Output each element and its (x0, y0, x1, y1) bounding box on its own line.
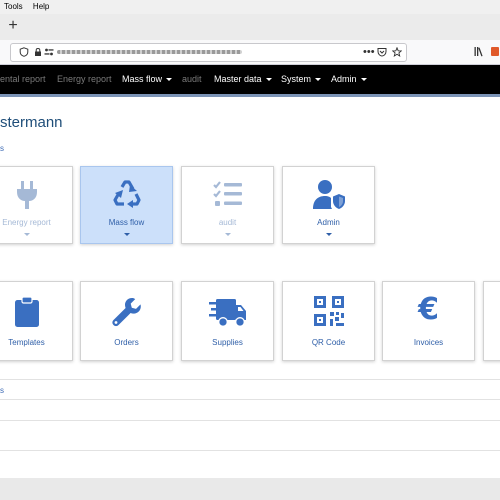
chevron-down-icon (224, 233, 231, 236)
menu-tools[interactable]: Tools (4, 2, 23, 11)
nav-master-data[interactable]: Master data (214, 65, 272, 94)
shortcut-card-supplies[interactable]: Supplies (181, 281, 274, 361)
module-card-audit[interactable]: audit (181, 166, 274, 244)
window-bottom-bar (0, 478, 500, 500)
nav-label: Mass flow (122, 74, 163, 84)
nav-label: Master data (214, 74, 262, 84)
qr-code-icon (313, 296, 344, 326)
dropdown-caret-icon (265, 78, 272, 82)
url-text-blurred (57, 50, 242, 54)
menu-help[interactable]: Help (33, 2, 49, 11)
library-icon[interactable] (474, 46, 486, 57)
browser-toolbar: ••• (0, 40, 500, 65)
module-card-energy-report[interactable]: Energy report (0, 166, 73, 244)
app-navbar: ental report Energy report Mass flow aud… (0, 65, 500, 97)
chevron-down-icon (325, 233, 332, 236)
browser-tab-bar: + (0, 14, 500, 41)
module-card-mass-flow[interactable]: Mass flow (80, 166, 173, 244)
wrench-icon (111, 298, 141, 327)
nav-mass-flow[interactable]: Mass flow (122, 65, 173, 94)
dropdown-caret-icon (360, 78, 367, 82)
nav-admin[interactable]: Admin (331, 65, 367, 94)
user-shield-icon (312, 180, 345, 209)
recycle-icon (112, 180, 141, 208)
module-card-label: Admin (317, 218, 340, 227)
shortcut-card-partial[interactable] (483, 281, 500, 361)
chevron-down-icon (123, 233, 130, 236)
nav-label: ental report (0, 74, 46, 84)
new-tab-button[interactable]: + (4, 17, 22, 35)
module-card-admin[interactable]: Admin (282, 166, 375, 244)
nav-label: Energy report (57, 74, 112, 84)
checklist-icon (212, 181, 242, 206)
euro-icon: € (418, 292, 439, 327)
shield-icon[interactable] (19, 47, 29, 57)
list-header: s (0, 386, 4, 395)
nav-label: audit (182, 74, 202, 84)
shortcut-card-label: Invoices (413, 338, 444, 347)
module-card-label: Mass flow (108, 218, 145, 227)
chevron-down-icon (23, 233, 30, 236)
lock-icon[interactable] (33, 47, 43, 57)
table-divider (0, 379, 500, 380)
page-title: stermann (0, 114, 63, 131)
shortcut-card-label: Templates (8, 338, 45, 347)
shortcut-card-qr-code[interactable]: QR Code (282, 281, 375, 361)
nav-label: Admin (331, 74, 357, 84)
table-divider (0, 450, 500, 451)
clipboard-icon (14, 296, 39, 327)
nav-audit[interactable]: audit (182, 65, 202, 94)
bookmark-star-icon[interactable] (392, 47, 402, 57)
shortcut-card-label: Supplies (212, 338, 243, 347)
dropdown-caret-icon (166, 78, 173, 82)
shortcut-card-invoices[interactable]: € Invoices (382, 281, 475, 361)
nav-system[interactable]: System (281, 65, 322, 94)
page-actions-menu-icon[interactable]: ••• (363, 44, 375, 60)
browser-menu-bar: Tools Help (0, 0, 500, 14)
extension-icon[interactable] (490, 46, 500, 57)
dropdown-caret-icon (315, 78, 322, 82)
truck-icon (208, 299, 246, 327)
shortcut-card-orders[interactable]: Orders (80, 281, 173, 361)
nav-label: System (281, 74, 312, 84)
shortcut-card-label: QR Code (311, 338, 346, 347)
shortcut-card-label: Orders (114, 338, 139, 347)
shortcut-card-templates[interactable]: Templates (0, 281, 73, 361)
permissions-icon[interactable] (44, 47, 54, 57)
nav-environmental-report[interactable]: ental report (0, 65, 46, 94)
table-divider (0, 420, 500, 421)
section-label: s (0, 144, 4, 153)
table-divider (0, 399, 500, 400)
plug-icon (16, 181, 37, 209)
module-card-label: audit (218, 218, 237, 227)
module-card-label: Energy report (2, 218, 51, 227)
nav-energy-report[interactable]: Energy report (57, 65, 112, 94)
pocket-icon[interactable] (377, 47, 387, 57)
address-bar[interactable]: ••• (10, 43, 407, 62)
